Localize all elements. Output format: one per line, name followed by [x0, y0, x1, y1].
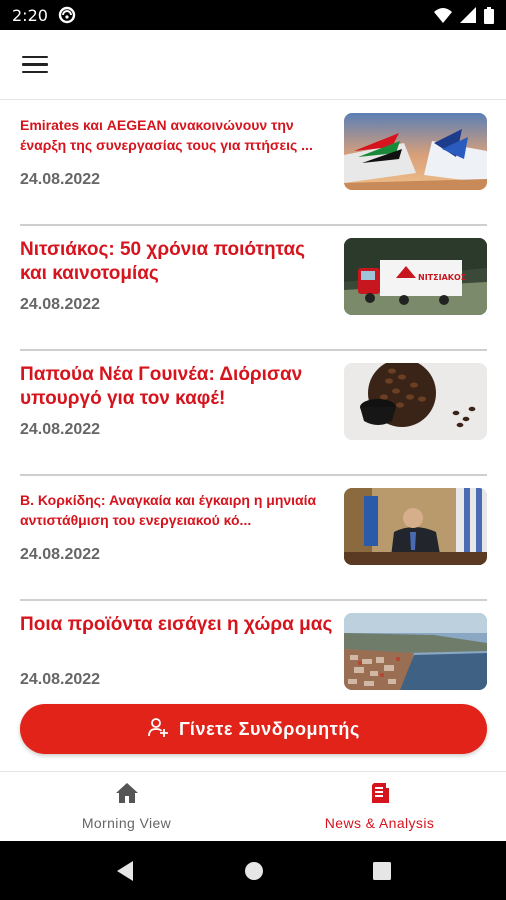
nav-item-morning-view[interactable]: Morning View — [0, 772, 253, 841]
signal-icon — [460, 7, 476, 23]
battery-icon — [484, 6, 494, 24]
man-at-desk-image[interactable] — [344, 488, 487, 565]
article-item[interactable]: Νιτσιάκος: 50 χρόνια ποιότητας και καινο… — [20, 226, 487, 351]
system-navigation-bar — [0, 841, 506, 900]
article-date: 24.08.2022 — [20, 546, 101, 563]
port-city-image[interactable] — [344, 613, 487, 690]
do-not-disturb-icon — [58, 6, 76, 24]
recents-icon[interactable] — [373, 861, 392, 880]
article-title[interactable]: Emirates και AEGEAN ανακοινώνουν την ένα… — [20, 115, 335, 155]
nav-label-news-analysis: News & Analysis — [324, 815, 435, 831]
news-feed[interactable]: Emirates και AEGEAN ανακοινώνουν την ένα… — [0, 101, 506, 770]
delivery-truck-image[interactable]: ΝΙΤΣΙΑΚΟΣ — [344, 238, 487, 315]
news-document-icon — [369, 782, 391, 809]
wifi-icon — [434, 7, 452, 23]
article-date: 24.08.2022 — [20, 171, 101, 188]
article-date: 24.08.2022 — [20, 671, 101, 688]
back-icon[interactable] — [115, 860, 135, 882]
status-bar: 2:20 — [0, 0, 506, 30]
coffee-beans-image[interactable] — [344, 363, 487, 440]
nav-item-news-analysis[interactable]: News & Analysis — [253, 772, 506, 841]
bottom-navigation: Morning View News & Analysis — [0, 771, 506, 841]
hamburger-menu-icon[interactable] — [22, 54, 48, 76]
article-date: 24.08.2022 — [20, 296, 101, 313]
truck-brand-text: ΝΙΤΣΙΑΚΟΣ — [418, 273, 466, 282]
article-item[interactable]: Β. Κορκίδης: Αναγκαία και έγκαιρη η μηνι… — [20, 476, 487, 601]
article-title[interactable]: Παπούα Νέα Γουινέα: Διόρισαν υπουργό για… — [20, 363, 335, 411]
home-icon — [115, 782, 139, 809]
subscribe-button[interactable]: Γίνετε Συνδρομητής — [20, 704, 487, 754]
airplane-tails-image[interactable] — [344, 113, 487, 190]
app-bar — [0, 30, 506, 100]
article-title[interactable]: Νιτσιάκος: 50 χρόνια ποιότητας και καινο… — [20, 238, 335, 286]
article-item[interactable]: Παπούα Νέα Γουινέα: Διόρισαν υπουργό για… — [20, 351, 487, 476]
article-item[interactable]: Emirates και AEGEAN ανακοινώνουν την ένα… — [20, 101, 487, 226]
status-time: 2:20 — [12, 5, 48, 25]
nav-label-morning-view: Morning View — [81, 815, 172, 831]
home-circle-icon[interactable] — [244, 861, 264, 881]
subscribe-label: Γίνετε Συνδρομητής — [179, 718, 360, 739]
article-date: 24.08.2022 — [20, 421, 101, 438]
article-title[interactable]: Β. Κορκίδης: Αναγκαία και έγκαιρη η μηνι… — [20, 490, 335, 530]
add-user-icon — [147, 716, 169, 743]
article-title[interactable]: Ποια προϊόντα εισάγει η χώρα μας — [20, 613, 335, 661]
